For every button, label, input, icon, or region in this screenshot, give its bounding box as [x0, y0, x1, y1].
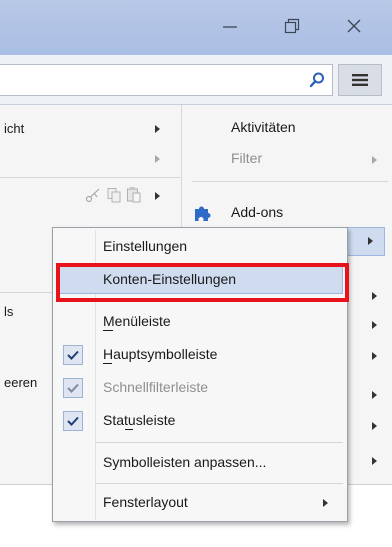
menu-item-label: Filter — [231, 150, 263, 166]
submenu-item-settings[interactable]: Einstellungen — [53, 233, 347, 262]
menu-item-label: icht — [4, 121, 25, 136]
submenu-arrow-icon — [372, 457, 377, 465]
close-button[interactable] — [342, 14, 366, 38]
menu-separator — [95, 442, 343, 443]
copy-icon — [107, 188, 121, 203]
submenu-arrow-icon — [372, 391, 377, 399]
submenu-arrow-icon — [323, 499, 328, 507]
menu-item-label: Statusleiste — [103, 412, 176, 428]
menu-item-label: Aktivitäten — [231, 119, 296, 135]
paste-icon — [127, 187, 141, 203]
menu-item-label: Hauptsymbolleiste — [103, 346, 218, 362]
submenu-item-customize-toolbars[interactable]: Symbolleisten anpassen... — [53, 449, 347, 478]
submenu-arrow-icon — [155, 155, 160, 163]
restore-icon — [284, 18, 300, 34]
menu-item-label: Menüleiste — [103, 313, 171, 329]
search-field[interactable] — [0, 64, 333, 96]
checkmark-icon — [63, 345, 83, 365]
highlight-annotation-box — [56, 263, 349, 302]
maximize-button[interactable] — [280, 14, 304, 38]
menu-separator — [0, 177, 180, 178]
puzzle-piece-icon — [195, 206, 211, 221]
minimize-icon — [223, 26, 237, 28]
submenu-arrow-icon — [155, 125, 160, 133]
access-key-underline — [103, 330, 113, 331]
submenu-arrow-icon — [372, 292, 377, 300]
submenu-arrow-icon — [155, 192, 160, 200]
minimize-button[interactable] — [218, 14, 242, 38]
menu-item-options-active[interactable] — [345, 227, 385, 256]
hamburger-icon — [352, 74, 368, 86]
title-bar — [0, 0, 392, 55]
submenu-arrow-icon — [372, 422, 377, 430]
submenu-arrow-icon — [372, 352, 377, 360]
submenu-item-window-layout[interactable]: Fensterlayout — [53, 489, 347, 518]
close-icon — [347, 19, 361, 33]
submenu-arrow-icon — [368, 237, 373, 245]
menu-separator — [192, 181, 388, 182]
menu-item-label: Schnellfilterleiste — [103, 379, 209, 395]
submenu-item-status-bar[interactable]: Statusleiste — [53, 407, 347, 436]
menu-item-label: Symbolleisten anpassen... — [103, 454, 267, 470]
scissors-icon — [85, 188, 100, 203]
menu-separator — [95, 483, 343, 484]
menu-item-label: Add-ons — [231, 204, 284, 220]
access-key-underline — [103, 363, 112, 364]
menu-item-label: eeren — [4, 375, 38, 390]
submenu-item-main-toolbar[interactable]: Hauptsymbolleiste — [53, 341, 347, 370]
submenu-arrow-icon — [372, 321, 377, 329]
menu-item-label: Fensterlayout — [103, 494, 188, 510]
toolbar — [0, 55, 392, 105]
checkmark-icon — [63, 411, 83, 431]
app-menu-button[interactable] — [338, 64, 382, 96]
submenu-item-menubar[interactable]: Menüleiste — [53, 308, 347, 337]
submenu-item-quick-filter-bar: Schnellfilterleiste — [53, 374, 347, 403]
menu-item-label: Einstellungen — [103, 238, 188, 254]
access-key-underline — [125, 429, 133, 430]
checkmark-icon — [63, 378, 83, 398]
search-icon[interactable] — [308, 71, 326, 89]
menu-item-label: ls — [4, 304, 14, 319]
submenu-arrow-icon — [372, 156, 377, 164]
